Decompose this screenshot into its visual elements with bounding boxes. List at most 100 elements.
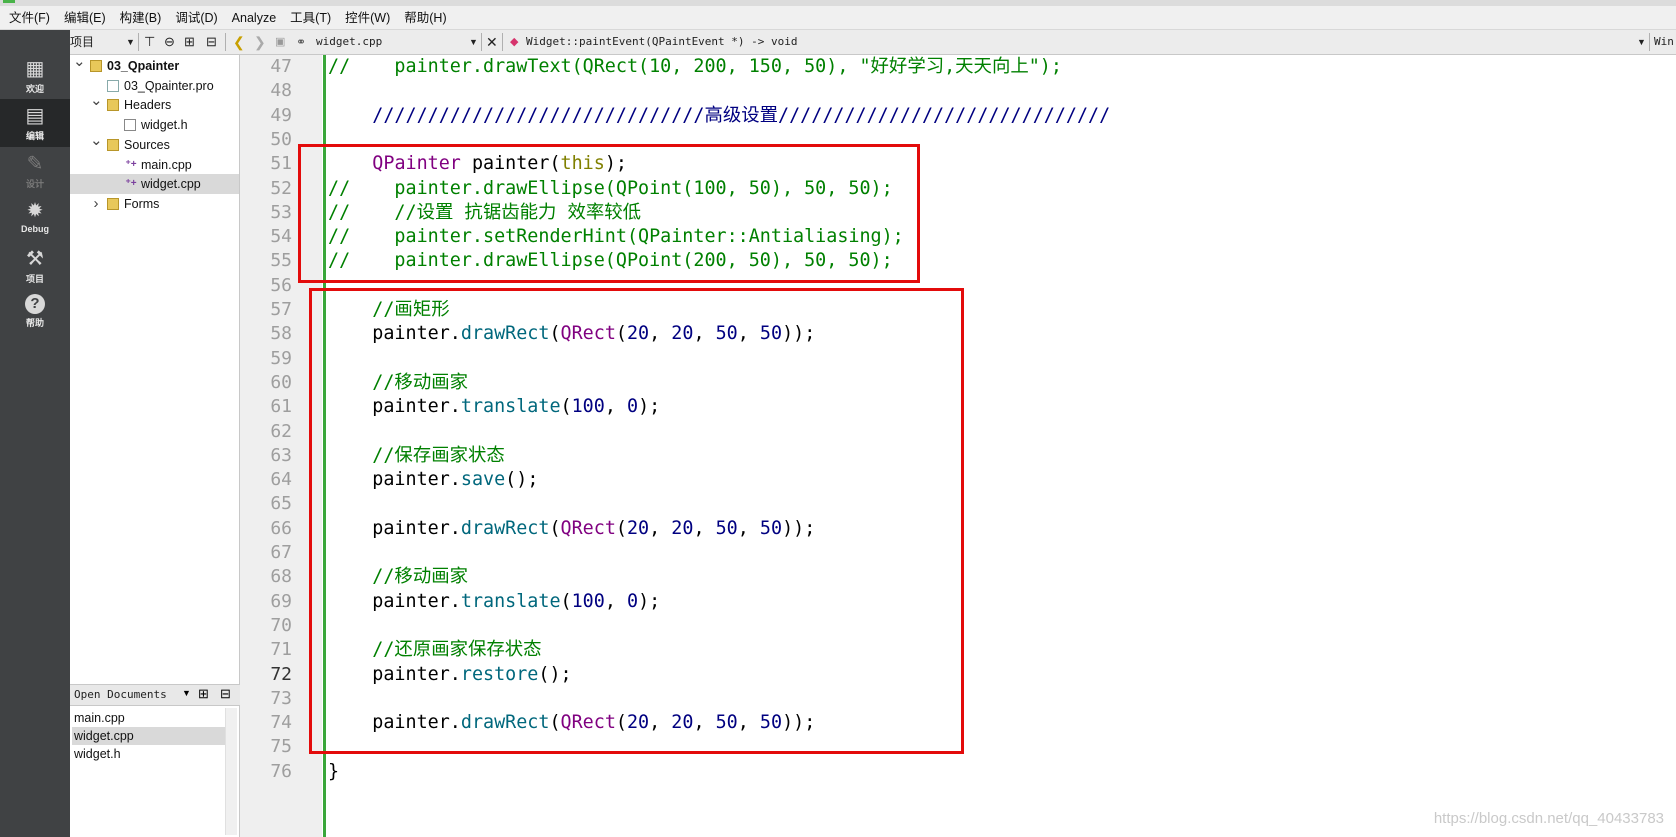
code-token: 50 [759, 517, 783, 539]
watermark: https://blog.csdn.net/qq_40433783 [1433, 810, 1664, 827]
mode-label: 编辑 [25, 131, 44, 141]
code-token: ( [615, 323, 627, 345]
code-token: QRect [560, 323, 616, 345]
tree-item-label: 03_Qpainter [107, 59, 180, 73]
mode-help-button[interactable]: ? 帮助 [0, 288, 70, 336]
code-token: , [693, 712, 716, 734]
code-token: QPainter [372, 153, 461, 175]
tree-item[interactable]: ⌄ Headers [70, 93, 239, 115]
mode-edit-button[interactable]: ▤ 编辑 [0, 99, 70, 147]
tree-item-label: 03_Qpainter.pro [124, 78, 214, 93]
open-document-item[interactable]: widget.cpp [72, 727, 225, 745]
code-token: 50 [759, 712, 783, 734]
mode-debug-button[interactable]: ✹ Debug [0, 194, 70, 242]
forward-arrow-icon[interactable]: ❯ [254, 30, 266, 54]
collapse-icon[interactable]: ⊟ [220, 686, 231, 702]
code-token: painter( [460, 153, 561, 175]
code-token: save [460, 469, 506, 491]
line-number: 68 [270, 566, 292, 588]
mode-label: 项目 [25, 274, 44, 284]
code-token: ( [549, 712, 561, 734]
link-icon[interactable]: ⊖ [164, 30, 175, 54]
code-token: , [737, 517, 760, 539]
code-token: , [693, 517, 716, 539]
line-number: 76 [270, 760, 292, 782]
collapse-icon[interactable]: ⊟ [206, 30, 217, 54]
menu-item[interactable]: 控件(W) [338, 6, 397, 30]
code-token: restore [460, 663, 539, 685]
code-token: 50 [715, 517, 738, 539]
tree-item[interactable]: ⌄ 03_Qpainter [70, 54, 239, 76]
code-token: ////////////////////////////// [328, 104, 705, 126]
code-line: //移动画家 [328, 370, 468, 396]
open-document-item[interactable]: widget.h [72, 745, 225, 763]
split-icon[interactable]: ⊞ [184, 30, 195, 54]
chevron-down-icon[interactable]: ▼ [182, 688, 191, 698]
menu-item[interactable]: 工具(T) [283, 6, 338, 30]
code-line: painter.drawRect(QRect(20, 20, 50, 50)); [328, 710, 815, 736]
code-line: QPainter painter(this); [328, 151, 627, 177]
code-token: painter. [328, 323, 461, 345]
line-number: 65 [270, 493, 292, 515]
code-line: // painter.drawEllipse(QPoint(100, 50), … [328, 176, 893, 202]
tree-item[interactable]: ⁺+ widget.cpp [70, 174, 239, 195]
file-type-icon: ⚭ [296, 35, 307, 49]
mode-label: Debug [21, 224, 49, 234]
code-token: this [560, 153, 605, 175]
code-token: 20 [671, 323, 694, 345]
code-token: // painter.drawEllipse(QPoint(100, 50), … [328, 177, 893, 199]
current-file-name[interactable]: widget.cpp [316, 30, 382, 54]
code-editor[interactable]: // painter.drawText(QRect(10, 200, 150, … [298, 55, 1676, 837]
code-token: )); [782, 712, 816, 734]
open-document-item[interactable]: main.cpp [72, 709, 225, 727]
toolbar-separator [502, 33, 503, 51]
menu-item[interactable]: Analyze [225, 6, 283, 30]
mode-design-button[interactable]: ✎ 设计 [0, 147, 70, 195]
chevron-down-icon[interactable]: ▼ [469, 30, 478, 54]
tree-item-label: widget.cpp [141, 177, 201, 192]
menu-item[interactable]: 编辑(E) [57, 6, 113, 30]
code-line: //还原画家保存状态 [328, 637, 541, 663]
encoding-selector[interactable]: Win [1654, 30, 1674, 54]
code-line: painter.translate(100, 0); [328, 589, 660, 615]
line-number: 53 [270, 201, 292, 223]
current-function[interactable]: Widget::paintEvent(QPaintEvent *) -> voi… [526, 30, 798, 54]
code-token: QRect [560, 517, 616, 539]
code-token: , [737, 323, 760, 345]
function-icon: ◆ [510, 36, 519, 48]
line-number: 73 [270, 687, 292, 709]
tree-item-label: Sources [124, 137, 170, 152]
tree-item[interactable]: ⌄ Sources [70, 133, 239, 155]
menu-item[interactable]: 文件(F) [0, 6, 57, 30]
mode-welcome-button[interactable]: ▦ 欢迎 [0, 52, 70, 100]
chevron-down-icon[interactable]: ▼ [1637, 30, 1646, 54]
tree-item[interactable]: › Forms [70, 194, 239, 214]
close-file-icon[interactable]: ✕ [486, 30, 498, 54]
back-arrow-icon[interactable]: ❮ [233, 30, 245, 54]
filter-icon[interactable]: ⊤ [144, 30, 155, 54]
project-selector[interactable]: 项目 [70, 30, 94, 54]
chevron-right-icon[interactable]: › [90, 194, 102, 214]
menu-item[interactable]: 调试(D) [168, 6, 224, 30]
line-number: 54 [270, 226, 292, 248]
app-logo-icon [3, 0, 15, 3]
code-token: //保存画家状态 [328, 444, 505, 466]
chevron-down-icon[interactable]: ⌄ [90, 133, 103, 148]
code-line: // painter.drawEllipse(QPoint(200, 50), … [328, 248, 893, 274]
line-number: 70 [270, 614, 292, 636]
menu-item[interactable]: 构建(B) [113, 6, 169, 30]
mode-projects-button[interactable]: ⚒ 项目 [0, 242, 70, 290]
tree-item[interactable]: ⁺+ main.cpp [70, 155, 239, 175]
line-number: 58 [270, 323, 292, 345]
line-number: 69 [270, 590, 292, 612]
chevron-down-icon[interactable]: ▼ [126, 30, 135, 54]
fold-marker-bar [323, 55, 326, 837]
chevron-down-icon[interactable]: ⌄ [73, 54, 86, 69]
split-icon[interactable]: ⊞ [198, 686, 209, 702]
code-token: painter. [328, 663, 461, 685]
chevron-down-icon[interactable]: ⌄ [90, 93, 103, 108]
code-token: painter. [328, 712, 461, 734]
scrollbar[interactable] [225, 708, 237, 835]
code-token: painter. [328, 590, 461, 612]
menu-item[interactable]: 帮助(H) [397, 6, 453, 30]
